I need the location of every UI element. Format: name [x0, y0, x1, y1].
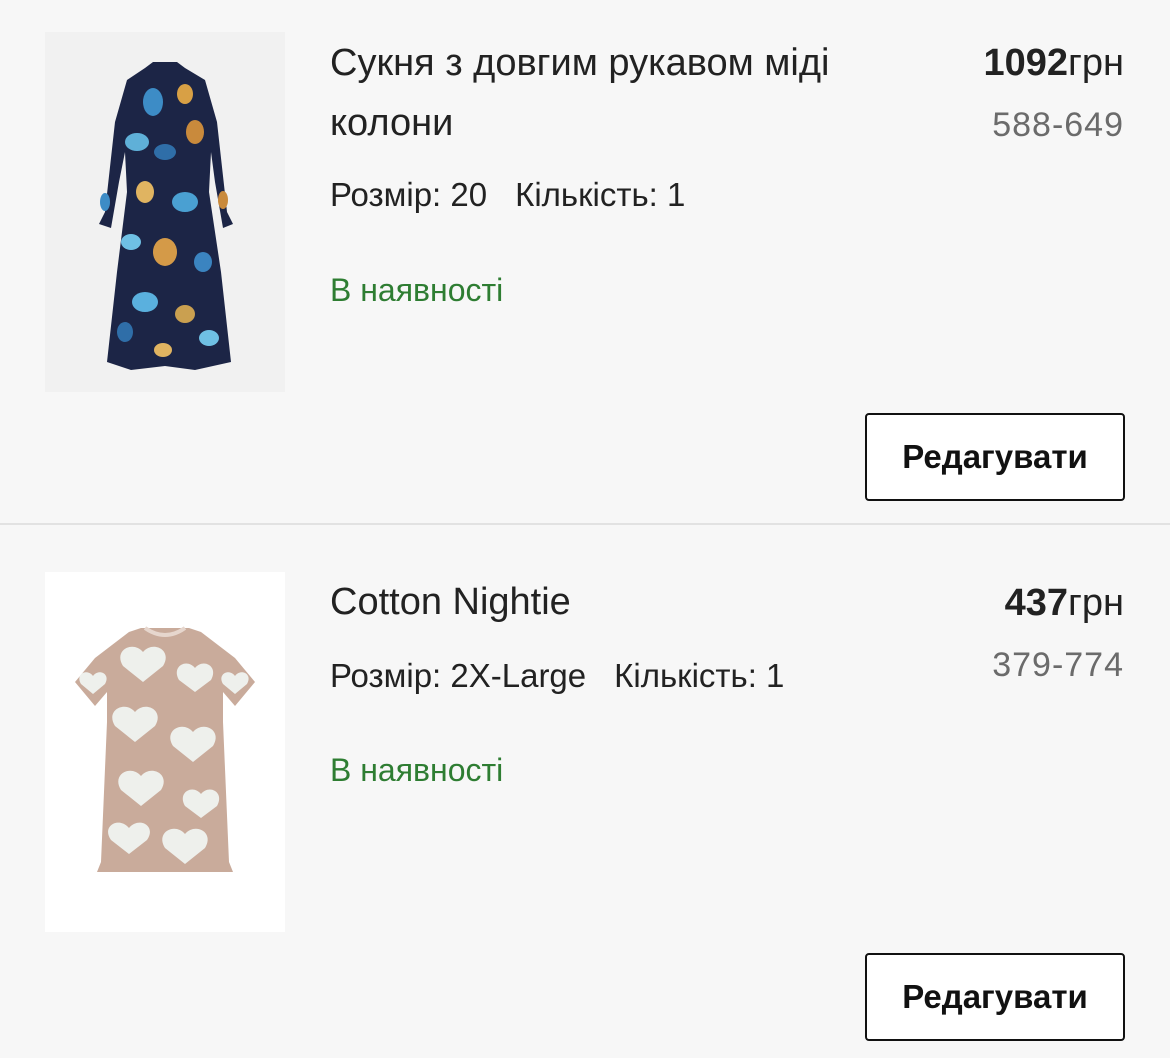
product-sku: 588-649 [992, 106, 1124, 144]
product-sku: 379-774 [992, 646, 1124, 684]
stock-status: В наявності [330, 752, 504, 788]
stock-status: В наявності [330, 272, 504, 308]
product-title[interactable]: Сукня з довгим рукавом міді колони [330, 33, 890, 153]
heart-nightie-image [75, 626, 255, 872]
quantity-label: Кількість: 1 [614, 657, 785, 694]
price-amount: 1092 [983, 42, 1069, 84]
product-meta: Розмір: 2X-Large Кількість: 1 [330, 656, 784, 696]
floral-dress-image [99, 62, 233, 370]
cart-item: Сукня з довгим рукавом міді колони Розмі… [0, 0, 1170, 525]
cart-item-list: Сукня з довгим рукавом міді колони Розмі… [0, 0, 1170, 1058]
price: 1092грн [983, 38, 1124, 88]
product-image[interactable] [45, 572, 285, 932]
quantity-label: Кількість: 1 [515, 176, 686, 213]
product-title[interactable]: Cotton Nightie [330, 572, 890, 632]
price-currency: грн [1068, 42, 1124, 84]
cart-item: Cotton Nightie Розмір: 2X-Large Кількість… [0, 525, 1170, 1058]
product-meta: Розмір: 20 Кількість: 1 [330, 175, 685, 215]
price: 437грн [1005, 578, 1124, 628]
edit-button[interactable]: Редагувати [865, 953, 1125, 1041]
edit-button[interactable]: Редагувати [865, 413, 1125, 501]
price-amount: 437 [1004, 582, 1069, 624]
size-label: Розмір: 20 [330, 176, 488, 213]
price-currency: грн [1068, 582, 1124, 624]
size-label: Розмір: 2X-Large [330, 657, 587, 694]
product-image[interactable] [45, 32, 285, 392]
